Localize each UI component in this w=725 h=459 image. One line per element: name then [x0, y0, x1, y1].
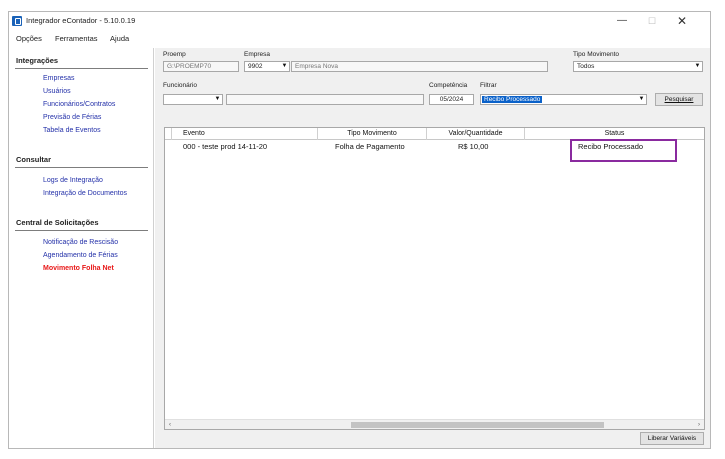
sidebar-item-notificacao-rescisao[interactable]: Notificação de Rescisão: [43, 239, 118, 246]
sidebar-item-movimento-folha-net[interactable]: Movimento Folha Net: [43, 265, 114, 272]
sidebar-item-funcionarios-contratos[interactable]: Funcionários/Contratos: [43, 101, 115, 108]
tipo-movimento-select[interactable]: Todos ▼: [573, 61, 703, 72]
section-divider: [15, 167, 148, 168]
filtrar-value: Recibo Processado: [482, 96, 543, 103]
sidebar-navigation: Integrações Empresas Usuários Funcionári…: [9, 48, 154, 448]
menu-ferramentas[interactable]: Ferramentas: [55, 34, 98, 43]
sidebar-item-tabela-eventos[interactable]: Tabela de Eventos: [43, 127, 101, 134]
sidebar-item-empresas[interactable]: Empresas: [43, 75, 75, 82]
funcionario-name-field: [226, 94, 424, 105]
scroll-left-icon[interactable]: ‹: [165, 420, 175, 430]
funcionario-label: Funcionário: [163, 82, 197, 89]
scroll-right-icon[interactable]: ›: [694, 420, 704, 430]
main-content: Proemp G:\PROEMP70 Empresa 9902 ▼ Empres…: [155, 48, 710, 448]
col-header-valor-quantidade[interactable]: Valor/Quantidade: [427, 128, 525, 140]
maximize-button[interactable]: ☐: [637, 12, 667, 30]
filtrar-select[interactable]: Recibo Processado ▼: [480, 94, 647, 105]
row-indicator-header: [165, 128, 172, 140]
section-divider: [15, 68, 148, 69]
horizontal-scrollbar[interactable]: ‹ ›: [165, 419, 704, 429]
app-window: Integrador eContador - 5.10.0.19 — ☐ ✕ O…: [8, 11, 711, 449]
col-header-tipo-movimento[interactable]: Tipo Movimento: [318, 128, 427, 140]
menu-opcoes[interactable]: Opções: [16, 34, 42, 43]
chevron-down-icon[interactable]: ▼: [637, 95, 646, 104]
sidebar-item-logs-integracao[interactable]: Logs de Integração: [43, 177, 103, 184]
title-bar[interactable]: Integrador eContador - 5.10.0.19 — ☐ ✕: [9, 12, 710, 30]
cell-evento: 000 - teste prod 14-11-20: [183, 142, 268, 151]
tipo-movimento-value: Todos: [577, 63, 595, 70]
empresa-label: Empresa: [244, 51, 271, 58]
col-header-evento[interactable]: Evento: [172, 128, 318, 140]
competencia-field[interactable]: 05/2024: [429, 94, 474, 105]
sidebar-item-previsao-ferias[interactable]: Previsão de Férias: [43, 114, 101, 121]
competencia-label: Competência: [429, 82, 468, 89]
cell-tipo-movimento: Folha de Pagamento: [335, 142, 405, 151]
section-divider: [15, 230, 148, 231]
section-central-solicitacoes: Central de Solicitações: [16, 218, 99, 227]
chevron-down-icon[interactable]: ▼: [693, 62, 702, 71]
events-grid: Evento Tipo Movimento Valor/Quantidade S…: [164, 127, 705, 430]
section-integracoes: Integrações: [16, 56, 59, 65]
section-consultar: Consultar: [16, 155, 52, 164]
funcionario-select[interactable]: ▼: [163, 94, 223, 105]
empresa-name-field: Empresa Nova: [291, 61, 548, 72]
filtrar-label: Filtrar: [480, 82, 497, 89]
chevron-down-icon[interactable]: ▼: [213, 95, 222, 104]
close-button[interactable]: ✕: [667, 12, 697, 30]
liberar-variaveis-button[interactable]: Liberar Variáveis: [640, 432, 704, 445]
minimize-button[interactable]: —: [607, 12, 637, 30]
menu-ajuda[interactable]: Ajuda: [110, 34, 129, 43]
sidebar-item-integracao-documentos[interactable]: Integração de Documentos: [43, 190, 127, 197]
proemp-label: Proemp: [163, 51, 186, 58]
scrollbar-thumb[interactable]: [351, 422, 604, 428]
highlight-annotation-box: [570, 139, 677, 162]
empresa-code: 9902: [248, 63, 263, 70]
pesquisar-button[interactable]: Pesquisar: [655, 93, 703, 106]
menu-bar: Opções Ferramentas Ajuda: [9, 31, 710, 45]
window-title: Integrador eContador - 5.10.0.19: [26, 16, 136, 25]
sidebar-item-usuarios[interactable]: Usuários: [43, 88, 71, 95]
proemp-field[interactable]: G:\PROEMP70: [163, 61, 239, 72]
sidebar-item-agendamento-ferias[interactable]: Agendamento de Férias: [43, 252, 118, 259]
tipo-movimento-label: Tipo Movimento: [573, 51, 619, 58]
empresa-select[interactable]: 9902 ▼: [244, 61, 290, 72]
app-logo-icon: [12, 16, 22, 26]
chevron-down-icon[interactable]: ▼: [280, 62, 289, 71]
cell-valor: R$ 10,00: [458, 142, 489, 151]
